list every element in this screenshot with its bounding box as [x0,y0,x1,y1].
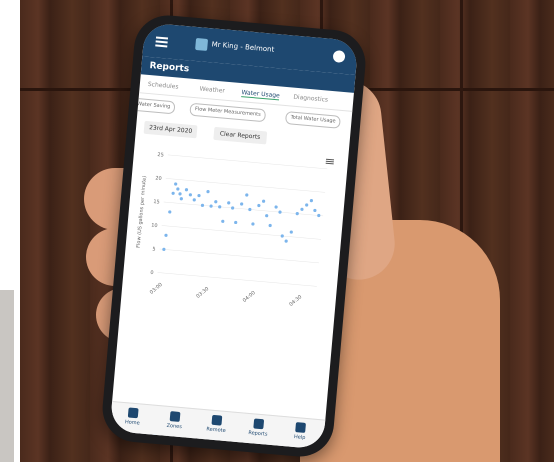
nav-remote[interactable]: Remote [196,413,237,434]
phone-screen: Mr King - Belmont Reports Schedules Weat… [109,22,359,450]
site-logo-icon [195,37,209,51]
user-icon[interactable] [332,49,346,63]
nav-zones[interactable]: Zones [154,410,195,431]
tab-weather[interactable]: Weather [199,85,225,94]
data-point[interactable] [262,199,266,203]
gridline [167,154,328,170]
data-point[interactable] [178,192,182,196]
data-point[interactable] [313,208,317,213]
x-tick-label: 04:30 [288,294,303,308]
bottom-nav: Home Zones Remote Reports Help [109,401,326,450]
data-point[interactable] [268,223,272,228]
y-tick-label: 5 [152,246,156,252]
data-point[interactable] [227,201,231,205]
data-point[interactable] [278,210,282,214]
y-tick-label: 15 [153,199,160,206]
data-point[interactable] [248,207,252,212]
data-point[interactable] [245,193,249,197]
smartphone: Mr King - Belmont Reports Schedules Weat… [99,12,369,460]
data-point[interactable] [234,220,238,225]
x-tick-label: 03:30 [195,286,210,300]
nav-label: Home [124,419,140,427]
data-point[interactable] [280,234,284,238]
data-point[interactable] [197,193,201,198]
y-axis-label: Flow (US gallons per minute) [136,176,148,249]
nav-label: Help [293,434,306,441]
remote-icon [211,414,223,426]
date-picker[interactable]: 23rd Apr 2020 [143,120,198,139]
data-point[interactable] [305,203,309,207]
subtab-flow-meter[interactable]: Flow Meter Measurements [189,102,267,123]
gridline [161,225,322,240]
reports-icon [253,418,265,430]
data-point[interactable] [209,204,213,208]
tab-schedules[interactable]: Schedules [148,81,179,91]
subtab-water-saving[interactable]: Water Saving [131,97,176,115]
data-point[interactable] [317,213,321,218]
gridline [165,178,326,193]
x-tick-label: 03:00 [149,282,164,296]
menu-icon[interactable] [155,36,169,40]
y-tick-label: 10 [151,223,158,230]
data-point[interactable] [231,206,235,210]
y-tick-label: 20 [155,176,162,183]
subtab-total-water[interactable]: Total Water Usage [284,111,342,129]
nav-label: Remote [206,426,226,434]
gridline [163,201,324,217]
data-point[interactable] [176,187,180,191]
x-tick-label: 04:00 [242,290,257,304]
data-point[interactable] [214,200,218,204]
zones-icon [169,411,181,422]
data-point[interactable] [274,205,278,209]
photo-scene: Mr King - Belmont Reports Schedules Weat… [0,0,554,462]
data-point[interactable] [218,205,222,209]
data-point[interactable] [284,239,288,243]
data-point[interactable] [174,182,178,186]
data-point[interactable] [257,203,261,208]
gridline [157,272,317,287]
data-point[interactable] [184,188,189,192]
site-selector[interactable]: Mr King - Belmont [211,40,274,53]
help-icon [295,422,306,433]
nav-label: Zones [166,422,183,431]
data-point[interactable] [200,203,205,207]
data-point[interactable] [251,222,255,226]
data-point[interactable] [179,197,183,201]
left-margin [0,0,20,462]
nav-home[interactable]: Home [112,406,153,427]
data-point[interactable] [265,214,269,218]
y-tick-label: 25 [157,152,164,159]
flow-chart: 0 5 10 15 20 25 Flow (US gallons per minute) 03… [123,140,344,445]
data-point[interactable] [309,199,314,203]
home-icon [127,407,139,419]
data-point[interactable] [289,230,293,234]
data-point[interactable] [221,219,225,223]
tab-water-usage[interactable]: Water Usage [241,89,281,101]
clear-reports-button[interactable]: Clear Reports [213,126,267,145]
data-point[interactable] [171,191,175,195]
y-tick-label: 0 [150,270,154,276]
nav-help[interactable]: Help [280,421,321,442]
chart-svg: 0 5 10 15 20 25 Flow (US gallons per minute) 03… [136,152,328,308]
data-point[interactable] [192,198,196,202]
gridline [159,248,319,264]
data-point[interactable] [162,247,166,251]
data-point[interactable] [295,212,299,216]
data-point[interactable] [168,210,172,214]
tab-diagnostics[interactable]: Diagnostics [293,94,328,104]
nav-reports[interactable]: Reports [238,417,279,438]
data-point[interactable] [188,193,192,197]
nav-label: Reports [248,430,268,438]
data-point[interactable] [300,207,304,211]
data-point[interactable] [206,190,210,194]
data-point[interactable] [164,233,168,237]
side-object [0,290,14,462]
data-point[interactable] [240,202,244,206]
